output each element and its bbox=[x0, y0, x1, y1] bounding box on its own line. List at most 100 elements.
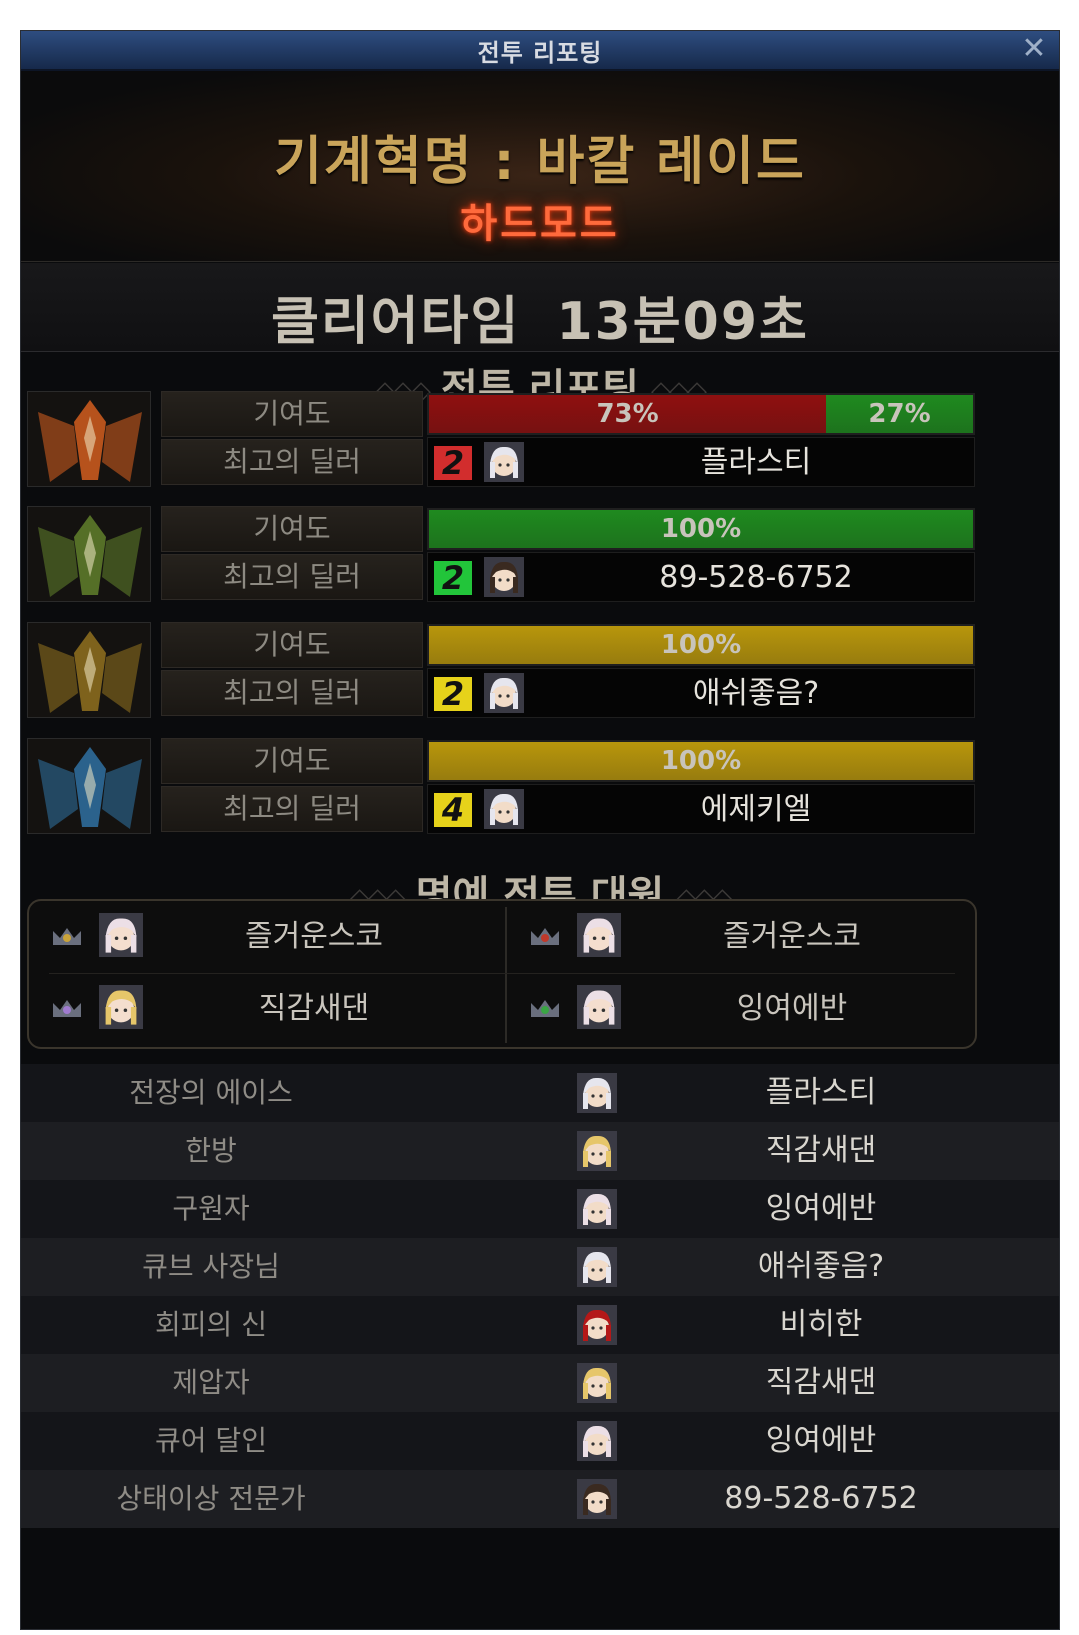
contribution-segment: 100% bbox=[429, 626, 973, 664]
crown-icon bbox=[529, 925, 561, 947]
close-icon[interactable]: ✕ bbox=[1017, 32, 1051, 66]
boss-row: 기여도 최고의 딜러 100% 2 89-528-6752 bbox=[27, 506, 977, 606]
best-dealer-label: 최고의 딜러 bbox=[161, 554, 423, 600]
award-title: 상태이상 전문가 bbox=[116, 1482, 306, 1515]
award-title: 큐어 달인 bbox=[155, 1424, 267, 1457]
award-player-name: 잉여에반 bbox=[765, 1423, 877, 1458]
best-dealer-entry[interactable]: 2 플라스티 bbox=[427, 437, 975, 487]
raid-name: 기계혁명 : 바칼 레이드 bbox=[274, 132, 806, 192]
honor-member[interactable]: 직감새댄 bbox=[29, 975, 489, 1045]
best-dealer-label: 최고의 딜러 bbox=[161, 670, 423, 716]
award-row[interactable]: 전장의 에이스 플라스티 bbox=[21, 1064, 1059, 1122]
contribution-bar: 100% bbox=[427, 740, 975, 782]
avatar bbox=[484, 557, 524, 597]
rank-badge: 2 bbox=[434, 561, 472, 595]
clear-time-value: 13분09초 bbox=[556, 292, 809, 352]
award-row[interactable]: 상태이상 전문가 89-528-6752 bbox=[21, 1470, 1059, 1528]
avatar bbox=[577, 1478, 617, 1520]
contribution-bar: 73% 27% bbox=[427, 393, 975, 435]
rank-badge: 4 bbox=[434, 793, 472, 827]
contribution-label: 기여도 bbox=[161, 506, 423, 552]
boss-row: 기여도 최고의 딜러 100% 4 에제키엘 bbox=[27, 738, 977, 838]
award-player-name: 플라스티 bbox=[765, 1075, 877, 1110]
best-dealer-name: 애쉬좋음? bbox=[692, 676, 820, 711]
contribution-segment: 27% bbox=[826, 395, 973, 433]
fire-dragon-boss-icon bbox=[27, 391, 151, 487]
award-title: 한방 bbox=[185, 1134, 237, 1167]
award-player-name: 직감새댄 bbox=[765, 1133, 877, 1168]
award-title: 구원자 bbox=[172, 1192, 250, 1225]
avatar bbox=[577, 1072, 617, 1114]
avatar bbox=[484, 442, 524, 482]
battle-report-window: 전투 리포팅 ✕ 기계혁명 : 바칼 레이드 하드모드 클리어타임 13분09초… bbox=[20, 30, 1060, 1630]
contribution-bar: 100% bbox=[427, 624, 975, 666]
rank-badge: 2 bbox=[434, 677, 472, 711]
avatar bbox=[577, 985, 621, 1029]
contribution-segment: 73% bbox=[429, 395, 827, 433]
boss-row: 기여도 최고의 딜러 73% 27% 2 플라스티 bbox=[27, 391, 977, 491]
award-title: 회피의 신 bbox=[155, 1308, 267, 1341]
honor-member[interactable]: 즐거운스코 bbox=[507, 903, 967, 973]
avatar bbox=[484, 673, 524, 713]
avatar bbox=[99, 985, 143, 1029]
best-dealer-entry[interactable]: 4 에제키엘 bbox=[427, 784, 975, 834]
avatar bbox=[577, 1420, 617, 1462]
award-title: 전장의 에이스 bbox=[129, 1076, 293, 1109]
honor-member-name: 즐거운스코 bbox=[723, 919, 861, 954]
award-row[interactable]: 한방 직감새댄 bbox=[21, 1122, 1059, 1180]
avatar bbox=[577, 1130, 617, 1172]
ice-dragon-boss-icon bbox=[27, 738, 151, 834]
awards-list: 전장의 에이스 플라스티 한방 직감새댄 구원자 잉여에반 큐브 사장님 애쉬좋음? 회피의 신… bbox=[21, 1064, 1059, 1528]
avatar bbox=[577, 1304, 617, 1346]
avatar bbox=[484, 789, 524, 829]
best-dealer-label: 최고의 딜러 bbox=[161, 786, 423, 832]
boss-row: 기여도 최고의 딜러 100% 2 애쉬좋음? bbox=[27, 622, 977, 722]
crown-icon bbox=[51, 997, 83, 1019]
wind-dragon-boss-icon bbox=[27, 506, 151, 602]
avatar bbox=[577, 1362, 617, 1404]
best-dealer-name: 89-528-6752 bbox=[659, 560, 853, 595]
contribution-segment: 100% bbox=[429, 742, 973, 780]
award-player-name: 애쉬좋음? bbox=[757, 1249, 885, 1284]
best-dealer-entry[interactable]: 2 애쉬좋음? bbox=[427, 668, 975, 718]
award-player-name: 89-528-6752 bbox=[724, 1481, 918, 1516]
best-dealer-name: 에제키엘 bbox=[700, 792, 812, 827]
honor-member[interactable]: 즐거운스코 bbox=[29, 903, 489, 973]
award-player-name: 잉여에반 bbox=[765, 1191, 877, 1226]
best-dealer-name: 플라스티 bbox=[700, 445, 812, 480]
award-title: 제압자 bbox=[172, 1366, 250, 1399]
crown-icon bbox=[51, 925, 83, 947]
award-row[interactable]: 제압자 직감새댄 bbox=[21, 1354, 1059, 1412]
award-row[interactable]: 큐브 사장님 애쉬좋음? bbox=[21, 1238, 1059, 1296]
award-title: 큐브 사장님 bbox=[142, 1250, 280, 1283]
rank-badge: 2 bbox=[434, 446, 472, 480]
honor-member[interactable]: 잉여에반 bbox=[507, 975, 967, 1045]
divider bbox=[49, 973, 955, 974]
raid-mode: 하드모드 bbox=[460, 201, 620, 247]
award-row[interactable]: 큐어 달인 잉여에반 bbox=[21, 1412, 1059, 1470]
crown-icon bbox=[529, 997, 561, 1019]
award-player-name: 비히한 bbox=[779, 1307, 863, 1342]
contribution-label: 기여도 bbox=[161, 391, 423, 437]
raid-header: 기계혁명 : 바칼 레이드 하드모드 bbox=[21, 71, 1059, 262]
contribution-bar: 100% bbox=[427, 508, 975, 550]
title-bar[interactable]: 전투 리포팅 ✕ bbox=[21, 31, 1059, 71]
honor-member-name: 직감새댄 bbox=[258, 991, 370, 1026]
award-player-name: 직감새댄 bbox=[765, 1365, 877, 1400]
avatar bbox=[577, 913, 621, 957]
clear-time-label: 클리어타임 bbox=[271, 292, 521, 352]
contribution-label: 기여도 bbox=[161, 622, 423, 668]
avatar bbox=[577, 1188, 617, 1230]
avatar bbox=[577, 1246, 617, 1288]
contribution-segment: 100% bbox=[429, 510, 973, 548]
earth-dragon-boss-icon bbox=[27, 622, 151, 718]
honor-members-panel: 즐거운스코 즐거운스코직감새댄 잉여에반 bbox=[27, 899, 977, 1049]
avatar bbox=[99, 913, 143, 957]
award-row[interactable]: 구원자 잉여에반 bbox=[21, 1180, 1059, 1238]
best-dealer-entry[interactable]: 2 89-528-6752 bbox=[427, 552, 975, 602]
honor-member-name: 즐거운스코 bbox=[245, 919, 383, 954]
award-row[interactable]: 회피의 신 비히한 bbox=[21, 1296, 1059, 1354]
clear-time-text: 클리어타임 13분09초 bbox=[21, 279, 1059, 354]
best-dealer-label: 최고의 딜러 bbox=[161, 439, 423, 485]
honor-member-name: 잉여에반 bbox=[736, 991, 848, 1026]
